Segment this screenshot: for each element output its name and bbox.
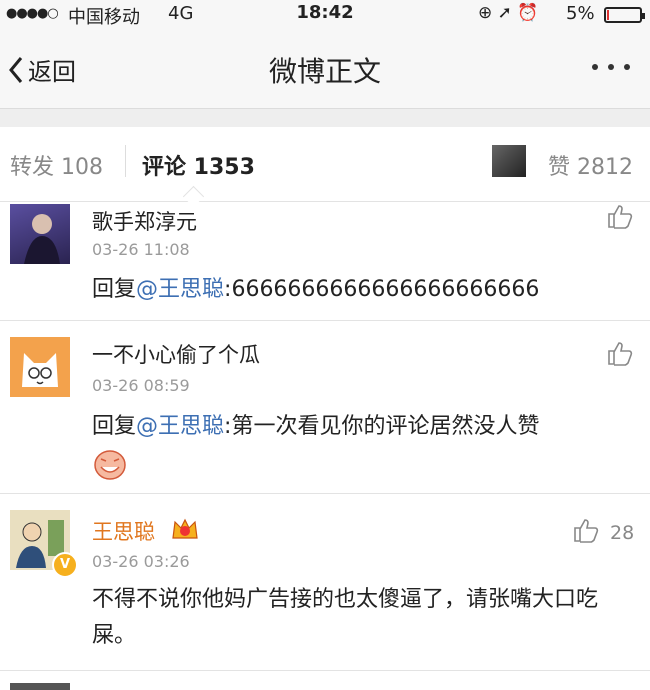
ellipsis-icon xyxy=(592,64,598,70)
avatar[interactable] xyxy=(10,337,70,397)
singer-avatar-icon xyxy=(24,214,60,264)
alarm-icon: ⏰ xyxy=(517,3,539,23)
ellipsis-dot xyxy=(624,64,630,70)
battery-level xyxy=(607,10,609,20)
comment-username[interactable]: 歌手郑淳元 xyxy=(92,206,197,236)
comment-item[interactable]: 一不小心偷了个瓜 03-26 08:59 回复@王思聪:第一次看见你的评论居然没… xyxy=(0,321,650,494)
battery-percent: 5% xyxy=(566,3,595,24)
comment-item[interactable]: V 王思聪 28 03-26 03:26 不得不说你他妈广告接的也太傻逼了，请张… xyxy=(0,494,650,671)
like-count: 28 xyxy=(610,522,635,544)
tab-repost[interactable]: 转发 108 xyxy=(10,149,103,181)
status-bar: ●●●●○ 中国移动 4G 18:42 ⊕ ➚ ⏰ 5% xyxy=(0,0,650,30)
liker-avatar[interactable] xyxy=(492,145,526,177)
thumbs-up-icon[interactable] xyxy=(606,202,634,230)
location-icon: ➚ xyxy=(497,3,512,23)
battery-icon xyxy=(604,7,645,23)
next-comment-peek xyxy=(0,671,650,690)
status-icons: ⊕ ➚ ⏰ xyxy=(478,3,538,23)
thumbs-up-icon[interactable] xyxy=(572,516,600,544)
comment-item[interactable]: 歌手郑淳元 03-26 11:08 回复@王思聪:666666666666666… xyxy=(0,202,650,321)
clock: 18:42 xyxy=(296,2,354,23)
rotation-lock-icon: ⊕ xyxy=(478,3,493,23)
comment-time: 03-26 03:26 xyxy=(92,552,190,571)
verified-badge-icon: V xyxy=(52,552,78,578)
vip-crown-icon xyxy=(172,518,198,539)
avatar[interactable] xyxy=(10,204,70,264)
mention-link[interactable]: @王思聪 xyxy=(136,414,224,439)
comment-text: 回复@王思聪:6666666666666666666666 xyxy=(92,272,640,308)
mention-link[interactable]: @王思聪 xyxy=(136,277,224,302)
tab-comments[interactable]: 评论 1353 xyxy=(142,149,255,181)
avatar[interactable]: V xyxy=(10,510,78,578)
reply-prefix: 回复 xyxy=(92,414,137,439)
ellipsis-dot xyxy=(608,64,614,70)
tab-divider xyxy=(125,145,126,177)
page-title: 微博正文 xyxy=(268,55,381,88)
interaction-tabs: 转发 108 评论 1353 赞 2812 xyxy=(0,127,650,208)
comment-username[interactable]: 王思聪 xyxy=(92,516,155,546)
navigation-bar: 返回 微博正文 xyxy=(0,30,650,109)
comment-username[interactable]: 一不小心偷了个瓜 xyxy=(92,339,260,369)
section-gap xyxy=(0,109,650,127)
reply-prefix: 回复 xyxy=(92,277,137,302)
comment-body: :6666666666666666666666 xyxy=(224,277,540,302)
thumbs-up-icon[interactable] xyxy=(606,339,634,367)
comment-body: :第一次看见你的评论居然没人赞 xyxy=(224,414,540,439)
comment-text: 回复@王思聪:第一次看见你的评论居然没人赞 xyxy=(92,409,640,445)
tab-likes[interactable]: 赞 2812 xyxy=(548,149,633,181)
cat-avatar-icon xyxy=(22,353,58,387)
comment-text: 不得不说你他妈广告接的也太傻逼了，请张嘴大口吃屎。 xyxy=(92,587,599,648)
avatar xyxy=(10,683,70,690)
comment-time: 03-26 08:59 xyxy=(92,376,190,395)
more-options-button[interactable] xyxy=(588,56,638,76)
comment-time: 03-26 11:08 xyxy=(92,240,190,259)
laughing-emoji-icon xyxy=(94,450,126,480)
